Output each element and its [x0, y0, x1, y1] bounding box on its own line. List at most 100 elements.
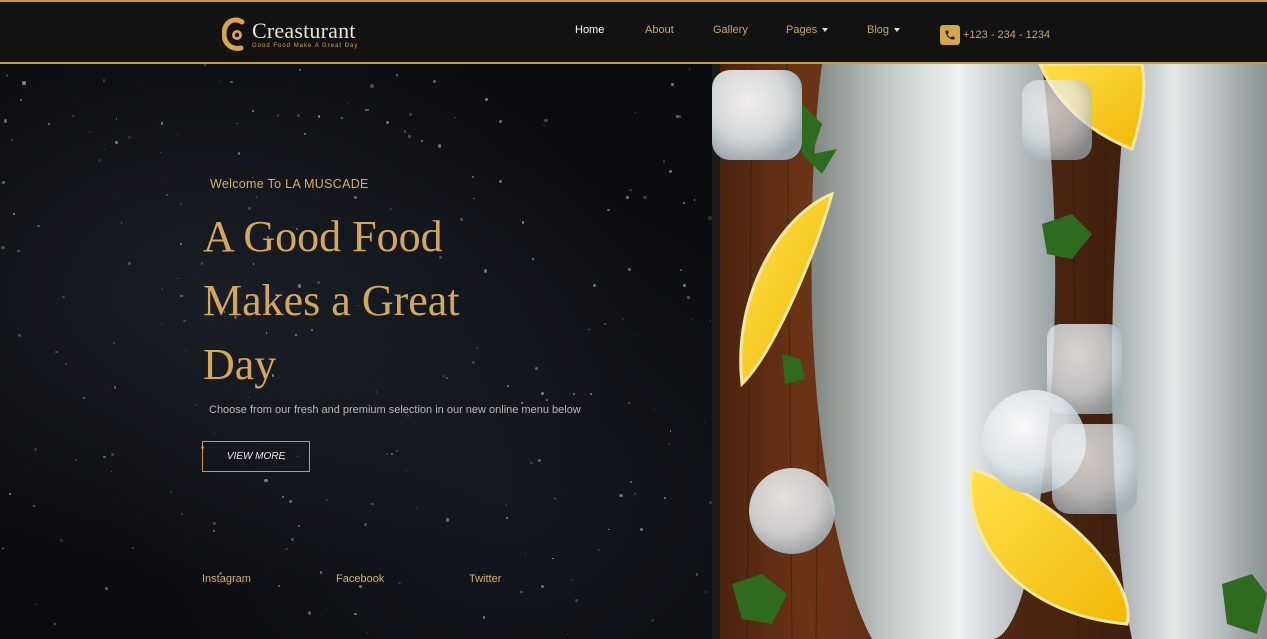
water-droplet	[354, 612, 358, 616]
water-droplet	[212, 529, 216, 533]
water-droplet	[453, 116, 456, 119]
water-droplet	[683, 202, 685, 204]
water-droplet	[10, 138, 14, 142]
water-droplet	[633, 493, 636, 496]
water-droplet	[278, 584, 280, 587]
water-droplet	[75, 459, 78, 461]
hero-subtext: Choose from our fresh and premium select…	[209, 404, 581, 416]
water-droplet	[520, 590, 523, 594]
water-droplet	[236, 122, 238, 124]
social-twitter-link[interactable]: Twitter	[469, 573, 501, 585]
nav-pages-label: Pages	[786, 24, 818, 36]
water-droplet	[634, 111, 636, 113]
water-droplet	[437, 144, 441, 148]
water-droplet	[218, 80, 221, 83]
water-droplet	[473, 197, 475, 200]
water-droplet	[177, 277, 179, 280]
water-droplet	[33, 504, 36, 507]
water-droplet	[709, 320, 712, 322]
water-droplet	[385, 453, 388, 456]
water-droplet	[161, 322, 163, 325]
water-droplet	[223, 417, 225, 419]
water-droplet	[398, 581, 401, 584]
water-droplet	[524, 553, 526, 555]
nav-about[interactable]: About	[645, 24, 674, 36]
water-droplet	[640, 527, 644, 531]
water-droplet	[696, 573, 699, 576]
water-droplet	[363, 523, 367, 527]
water-droplet	[543, 124, 545, 126]
water-droplet	[319, 571, 322, 574]
water-droplet	[354, 196, 358, 200]
water-droplet	[629, 188, 632, 192]
water-droplet	[297, 524, 301, 528]
water-droplet	[544, 119, 548, 123]
view-more-button[interactable]: VIEW MORE	[202, 441, 310, 472]
water-droplet	[160, 288, 163, 291]
water-droplet	[230, 80, 234, 84]
phone-link[interactable]: +123 - 234 - 1234	[940, 25, 1050, 45]
headline-line-1: A Good Food	[203, 212, 443, 261]
water-droplet	[688, 68, 691, 70]
brand-name: Creasturant	[252, 17, 356, 43]
water-droplet	[296, 113, 300, 117]
water-droplet	[180, 295, 183, 298]
water-droplet	[264, 478, 268, 483]
water-droplet	[252, 109, 254, 112]
water-droplet	[669, 430, 672, 433]
water-droplet	[664, 497, 667, 500]
water-droplet	[237, 152, 241, 155]
water-droplet	[669, 170, 672, 173]
water-droplet	[1, 245, 5, 249]
water-droplet	[498, 120, 502, 124]
water-droplet	[54, 623, 57, 626]
water-droplet	[127, 135, 132, 139]
water-droplet	[116, 118, 118, 120]
water-droplet	[103, 148, 105, 150]
nav-gallery[interactable]: Gallery	[713, 24, 748, 36]
water-droplet	[179, 243, 182, 246]
water-droplet	[247, 397, 249, 399]
water-droplet	[112, 341, 115, 344]
water-droplet	[651, 619, 654, 622]
brand-logo[interactable]: Creasturant Good Food Make A Great Day	[222, 16, 358, 52]
water-droplet	[643, 195, 647, 200]
water-droplet	[359, 585, 362, 588]
water-droplet	[128, 261, 132, 265]
water-droplet	[391, 452, 393, 455]
nav-home[interactable]: Home	[575, 24, 604, 36]
water-droplet	[131, 546, 135, 550]
water-droplet	[686, 296, 690, 300]
water-droplet	[176, 134, 178, 136]
water-droplet	[622, 317, 625, 320]
water-droplet	[682, 283, 686, 288]
water-droplet	[180, 513, 184, 516]
water-droplet	[55, 350, 58, 354]
water-droplet	[571, 579, 573, 581]
social-facebook-link[interactable]: Facebook	[336, 573, 384, 585]
water-droplet	[590, 392, 593, 396]
water-droplet	[98, 158, 102, 162]
water-droplet	[59, 538, 64, 543]
nav-pages[interactable]: Pages	[786, 24, 829, 36]
water-droplet	[636, 334, 639, 337]
water-droplet	[22, 81, 26, 85]
headline-line-2: Makes a Great	[203, 276, 460, 325]
water-droplet	[705, 590, 708, 593]
water-droplet	[19, 98, 22, 101]
nav-blog[interactable]: Blog	[867, 24, 901, 36]
water-droplet	[668, 442, 671, 445]
brand-tagline: Good Food Make A Great Day	[252, 42, 359, 49]
water-droplet	[36, 603, 38, 606]
water-droplet	[653, 408, 656, 411]
water-droplet	[554, 498, 556, 500]
water-droplet	[160, 122, 164, 125]
social-instagram-link[interactable]: Instagram	[202, 573, 251, 585]
water-droplet	[204, 64, 207, 66]
water-droplet	[626, 196, 629, 199]
water-droplet	[408, 135, 411, 138]
water-droplet	[405, 469, 407, 471]
water-droplet	[573, 393, 575, 395]
water-droplet	[213, 522, 216, 525]
water-droplet	[48, 122, 51, 125]
